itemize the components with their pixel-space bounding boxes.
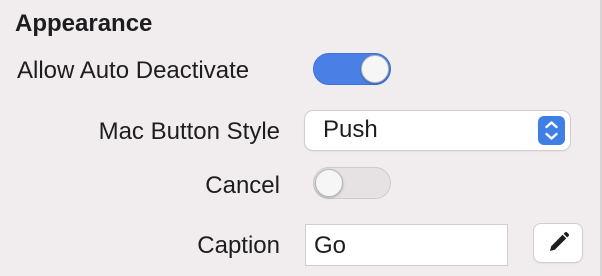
- mac-button-style-value: Push: [323, 116, 378, 143]
- chevron-up-down-icon: [538, 116, 565, 145]
- section-title: Appearance: [15, 10, 153, 37]
- toggle-knob: [361, 55, 389, 83]
- toggle-knob: [315, 169, 343, 197]
- edit-caption-button[interactable]: [534, 224, 582, 262]
- caption-field[interactable]: Go: [305, 224, 508, 266]
- pencil-icon: [550, 231, 570, 251]
- mac-button-style-popup[interactable]: Push: [305, 111, 570, 150]
- allow-auto-deactivate-toggle[interactable]: [313, 53, 391, 85]
- cancel-label: Cancel: [205, 172, 280, 199]
- caption-label: Caption: [197, 232, 280, 259]
- mac-button-style-label: Mac Button Style: [98, 118, 280, 145]
- allow-auto-deactivate-label: Allow Auto Deactivate: [17, 57, 250, 84]
- caption-field-value: Go: [314, 232, 347, 259]
- cancel-toggle[interactable]: [313, 167, 391, 199]
